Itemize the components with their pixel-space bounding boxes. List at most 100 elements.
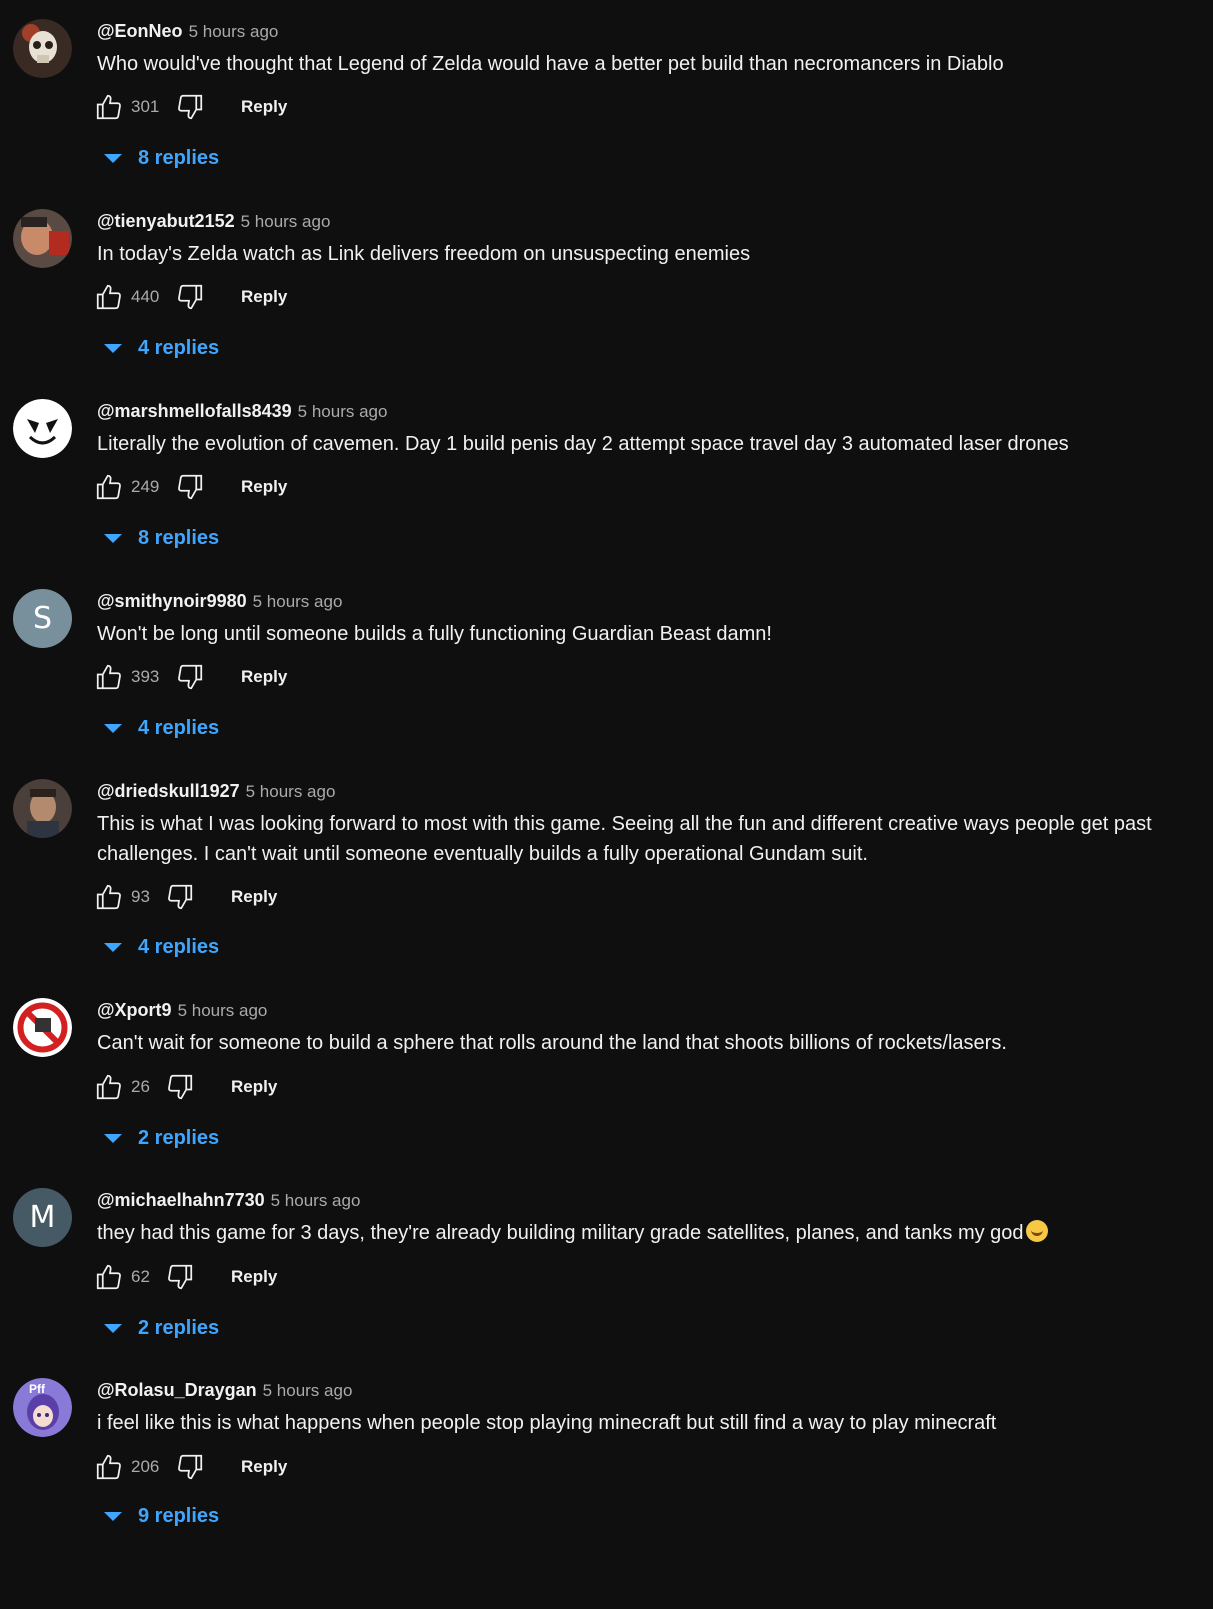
- view-replies-button[interactable]: 9 replies: [104, 1501, 219, 1531]
- caret-down-icon: [104, 1323, 122, 1333]
- like-count: 301: [131, 97, 160, 116]
- comment-meta: @driedskull1927 5 hours ago: [97, 779, 335, 803]
- avatar-letter: S: [32, 601, 53, 636]
- caret-down-icon: [104, 1511, 122, 1521]
- view-replies-button[interactable]: 4 replies: [104, 713, 219, 743]
- thumbs-up-icon[interactable]: [94, 1072, 124, 1102]
- comment-meta: @Xport9 5 hours ago: [97, 998, 267, 1022]
- thumbs-down-icon[interactable]: [165, 882, 195, 912]
- view-replies-button[interactable]: 8 replies: [104, 143, 219, 173]
- comment-text: Won't be long until someone builds a ful…: [97, 623, 772, 645]
- comment-meta: @smithynoir9980 5 hours ago: [97, 589, 342, 613]
- comment-meta: @marshmellofalls8439 5 hours ago: [97, 399, 387, 423]
- thumbs-down-icon[interactable]: [175, 1452, 205, 1482]
- reply-button[interactable]: Reply: [241, 477, 287, 497]
- view-replies-button[interactable]: 8 replies: [104, 523, 219, 553]
- like-count: 393: [131, 667, 160, 686]
- no-sign-avatar[interactable]: [13, 998, 72, 1057]
- caret-down-icon: [104, 343, 122, 353]
- joy-emoji-icon: [1025, 1220, 1048, 1242]
- comment-time[interactable]: 5 hours ago: [189, 22, 279, 41]
- letter-avatar[interactable]: S: [13, 589, 72, 648]
- comment-time[interactable]: 5 hours ago: [178, 1001, 268, 1020]
- comment-actions: 62 Reply: [94, 1259, 277, 1295]
- comment-author[interactable]: @tienyabut2152: [97, 211, 235, 231]
- reply-button[interactable]: Reply: [241, 667, 287, 687]
- like-count: 26: [131, 1077, 150, 1096]
- replies-count: 4 replies: [138, 716, 220, 739]
- like-count: 206: [131, 1457, 160, 1476]
- caret-down-icon: [104, 942, 122, 952]
- caret-down-icon: [104, 723, 122, 733]
- reply-button[interactable]: Reply: [241, 287, 287, 307]
- replies-count: 8 replies: [138, 526, 220, 549]
- thumbs-up-icon[interactable]: [94, 1452, 124, 1482]
- comment-meta: @EonNeo 5 hours ago: [97, 19, 278, 43]
- like-count: 93: [131, 887, 150, 906]
- thumbs-up-icon[interactable]: [94, 1262, 124, 1292]
- like-count: 249: [131, 477, 160, 496]
- marshmello-avatar[interactable]: [13, 399, 72, 458]
- letter-avatar[interactable]: M: [13, 1188, 72, 1247]
- comment-actions: 393 Reply: [94, 659, 287, 695]
- thumbs-down-icon[interactable]: [175, 662, 205, 692]
- thumbs-up-icon[interactable]: [94, 472, 124, 502]
- thumbs-down-icon[interactable]: [175, 282, 205, 312]
- photo-avatar[interactable]: [13, 779, 72, 838]
- view-replies-button[interactable]: 2 replies: [104, 1313, 219, 1343]
- comment-actions: 206 Reply: [94, 1449, 287, 1485]
- thumbs-up-icon[interactable]: [94, 662, 124, 692]
- thumbs-up-icon[interactable]: [94, 282, 124, 312]
- comment-author[interactable]: @EonNeo: [97, 21, 183, 41]
- reply-button[interactable]: Reply: [241, 1457, 287, 1477]
- thumbs-down-icon[interactable]: [165, 1072, 195, 1102]
- reply-button[interactable]: Reply: [231, 1267, 277, 1287]
- comment-meta: @tienyabut2152 5 hours ago: [97, 209, 330, 233]
- comment-actions: 93 Reply: [94, 879, 277, 915]
- comment-author[interactable]: @Rolasu_Draygan: [97, 1380, 257, 1400]
- photo-avatar[interactable]: [13, 209, 72, 268]
- comment-time[interactable]: 5 hours ago: [298, 402, 388, 421]
- comment-text: Can't wait for someone to build a sphere…: [97, 1032, 1007, 1054]
- comment-text: they had this game for 3 days, they're a…: [97, 1222, 1024, 1244]
- comment-time[interactable]: 5 hours ago: [246, 782, 336, 801]
- reply-button[interactable]: Reply: [231, 887, 277, 907]
- comment-author[interactable]: @marshmellofalls8439: [97, 401, 292, 421]
- replies-count: 4 replies: [138, 336, 220, 359]
- skull-avatar[interactable]: [13, 19, 72, 78]
- thumbs-up-icon[interactable]: [94, 92, 124, 122]
- comment-author[interactable]: @smithynoir9980: [97, 591, 247, 611]
- reply-button[interactable]: Reply: [241, 97, 287, 117]
- comment-actions: 26 Reply: [94, 1069, 277, 1105]
- comment-text: This is what I was looking forward to mo…: [97, 813, 1152, 865]
- view-replies-button[interactable]: 4 replies: [104, 333, 219, 363]
- comment-author[interactable]: @michaelhahn7730: [97, 1190, 265, 1210]
- comment-actions: 249 Reply: [94, 469, 287, 505]
- view-replies-button[interactable]: 4 replies: [104, 932, 219, 962]
- thumbs-down-icon[interactable]: [165, 1262, 195, 1292]
- like-count: 62: [131, 1267, 150, 1286]
- anime-avatar[interactable]: Pff: [13, 1378, 72, 1437]
- caret-down-icon: [104, 153, 122, 163]
- avatar-letter: M: [29, 1200, 56, 1235]
- caret-down-icon: [104, 533, 122, 543]
- comment-meta: @Rolasu_Draygan 5 hours ago: [97, 1378, 352, 1402]
- reply-button[interactable]: Reply: [231, 1077, 277, 1097]
- comment-author[interactable]: @driedskull1927: [97, 781, 240, 801]
- comment-author[interactable]: @Xport9: [97, 1000, 172, 1020]
- comment-time[interactable]: 5 hours ago: [241, 212, 331, 231]
- comment-actions: 440 Reply: [94, 279, 287, 315]
- thumbs-up-icon[interactable]: [94, 882, 124, 912]
- view-replies-button[interactable]: 2 replies: [104, 1123, 219, 1153]
- thumbs-down-icon[interactable]: [175, 92, 205, 122]
- like-count: 440: [131, 287, 160, 306]
- comment-time[interactable]: 5 hours ago: [263, 1381, 353, 1400]
- replies-count: 2 replies: [138, 1126, 220, 1149]
- thumbs-down-icon[interactable]: [175, 472, 205, 502]
- comment-text-container: they had this game for 3 days, they're a…: [97, 1218, 1177, 1248]
- comment-meta: @michaelhahn7730 5 hours ago: [97, 1188, 360, 1212]
- caret-down-icon: [104, 1133, 122, 1143]
- comment-time[interactable]: 5 hours ago: [271, 1191, 361, 1210]
- comment-time[interactable]: 5 hours ago: [253, 592, 343, 611]
- comment-text: Who would've thought that Legend of Zeld…: [97, 53, 1004, 75]
